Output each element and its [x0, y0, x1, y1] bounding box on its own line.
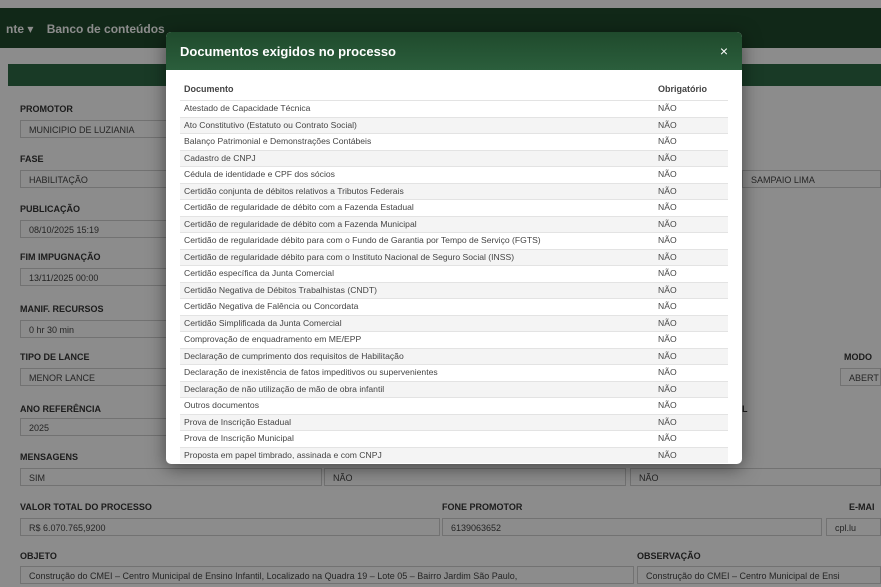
table-row: Declaração de inexistência de fatos impe… [180, 364, 728, 381]
table-row: Declaração de não utilização de mão de o… [180, 380, 728, 398]
close-icon[interactable]: × [720, 43, 728, 59]
document-name: Certidão Simplificada da Junta Comercial [180, 314, 654, 332]
document-name: Certidão Negativa de Débitos Trabalhista… [180, 281, 654, 299]
document-name: Certidão de regularidade de débito com a… [180, 215, 654, 233]
table-row: Certidão específica da Junta Comercial NÃ… [180, 265, 728, 282]
document-name: Certidão Negativa de Falência ou Concord… [180, 298, 654, 315]
document-name: Balanço Patrimonial e Demonstrações Cont… [180, 133, 654, 150]
table-row: Prova de Inscrição Estadual NÃO [180, 413, 728, 431]
required-value: NÃO [654, 265, 728, 282]
table-row: Certidão de regularidade débito para com… [180, 232, 728, 249]
required-value: NÃO [654, 314, 728, 332]
table-row: Declaração de cumprimento dos requisitos… [180, 347, 728, 365]
document-name: Certidão específica da Junta Comercial [180, 265, 654, 282]
required-value: NÃO [654, 232, 728, 249]
document-name: Cédula de identidade e CPF dos sócios [180, 166, 654, 183]
table-row: Outros documentos NÃO [180, 397, 728, 414]
required-value: NÃO [654, 413, 728, 431]
required-value: NÃO [654, 133, 728, 150]
table-row: Cédula de identidade e CPF dos sócios NÃO [180, 166, 728, 183]
document-name: Declaração de cumprimento dos requisitos… [180, 347, 654, 365]
table-row: Prova de Inscrição Municipal NÃO [180, 430, 728, 447]
document-name: Certidão conjunta de débitos relativos a… [180, 182, 654, 200]
table-row: Balanço Patrimonial e Demonstrações Cont… [180, 133, 728, 150]
table-row: Proposta em papel timbrado, assinada e c… [180, 446, 728, 463]
modal-body: Documento Obrigatório Atestado de Capaci… [166, 70, 742, 463]
column-header-obrigatorio: Obrigatório [658, 84, 707, 94]
table-row: Certidão de regularidade débito para com… [180, 248, 728, 266]
required-value: NÃO [654, 380, 728, 398]
document-name: Prova de Inscrição Municipal [180, 430, 654, 447]
table-row: Comprovação de enquadramento em ME/EPP NÃ… [180, 331, 728, 348]
document-name: Comprovação de enquadramento em ME/EPP [180, 331, 654, 348]
document-name: Prova de Inscrição Estadual [180, 413, 654, 431]
table-row: Certidão de regularidade de débito com a… [180, 199, 728, 216]
document-name: Ato Constitutivo (Estatuto ou Contrato S… [180, 116, 654, 134]
table-row: Cadastro de CNPJ NÃO [180, 149, 728, 167]
required-value: NÃO [654, 397, 728, 414]
documents-modal: Documentos exigidos no processo × Docume… [166, 32, 742, 464]
document-name: Certidão de regularidade débito para com… [180, 248, 654, 266]
table-header-row: Documento Obrigatório [180, 78, 728, 101]
modal-title: Documentos exigidos no processo [180, 43, 396, 59]
document-name: Declaração de inexistência de fatos impe… [180, 364, 654, 381]
document-name: Outros documentos [180, 397, 654, 414]
required-value: NÃO [654, 281, 728, 299]
required-value: NÃO [654, 100, 728, 117]
documents-table: Documento Obrigatório Atestado de Capaci… [180, 78, 728, 463]
table-row: Atestado de Capacidade Técnica NÃO [180, 100, 728, 117]
required-value: NÃO [654, 248, 728, 266]
required-value: NÃO [654, 331, 728, 348]
required-value: NÃO [654, 182, 728, 200]
table-row: Certidão Negativa de Falência ou Concord… [180, 298, 728, 315]
required-value: NÃO [654, 149, 728, 167]
document-name: Atestado de Capacidade Técnica [180, 100, 654, 117]
column-header-documento: Documento [184, 84, 234, 94]
required-value: NÃO [654, 430, 728, 447]
table-row: Certidão Simplificada da Junta Comercial… [180, 314, 728, 332]
document-name: Cadastro de CNPJ [180, 149, 654, 167]
table-row: Certidão Negativa de Débitos Trabalhista… [180, 281, 728, 299]
document-name: Proposta em papel timbrado, assinada e c… [180, 446, 654, 463]
table-body: Atestado de Capacidade Técnica NÃO Ato Con… [180, 100, 728, 463]
required-value: NÃO [654, 116, 728, 134]
table-row: Certidão de regularidade de débito com a… [180, 215, 728, 233]
modal-header: Documentos exigidos no processo × [166, 32, 742, 70]
required-value: NÃO [654, 215, 728, 233]
document-name: Certidão de regularidade de débito com a… [180, 199, 654, 216]
table-row: Certidão conjunta de débitos relativos a… [180, 182, 728, 200]
required-value: NÃO [654, 166, 728, 183]
required-value: NÃO [654, 298, 728, 315]
required-value: NÃO [654, 364, 728, 381]
document-name: Certidão de regularidade débito para com… [180, 232, 654, 249]
table-row: Ato Constitutivo (Estatuto ou Contrato S… [180, 116, 728, 134]
document-name: Declaração de não utilização de mão de o… [180, 380, 654, 398]
required-value: NÃO [654, 347, 728, 365]
required-value: NÃO [654, 446, 728, 463]
required-value: NÃO [654, 199, 728, 216]
